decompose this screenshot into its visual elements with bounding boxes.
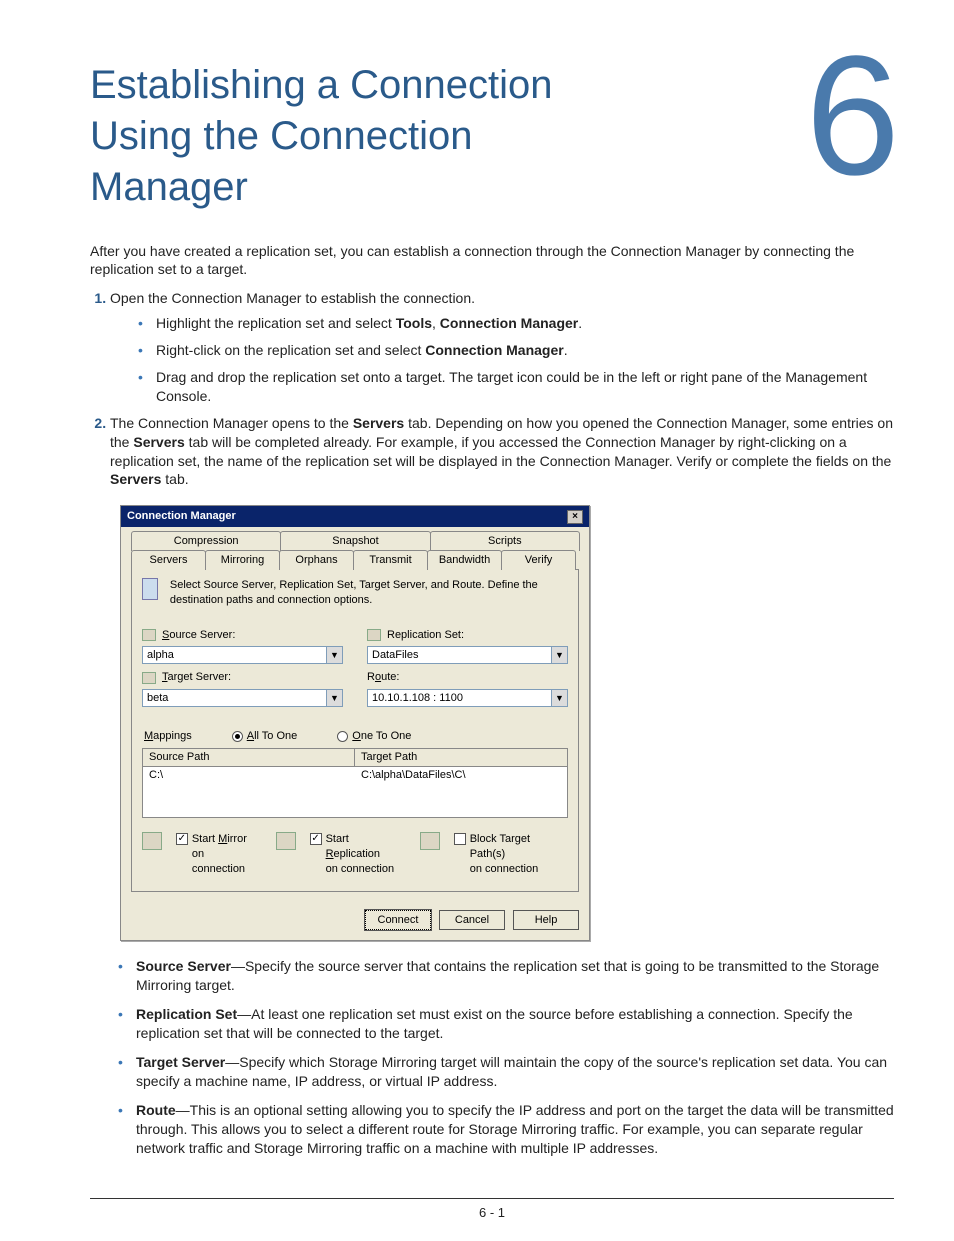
replication-set-input[interactable] xyxy=(368,647,551,663)
tab-mirroring[interactable]: Mirroring xyxy=(205,550,280,570)
field-replication-set: Replication Set—At least one replication… xyxy=(136,1005,894,1043)
connect-button[interactable]: Connect xyxy=(365,910,431,931)
source-server-combo[interactable]: ▼ xyxy=(142,646,343,664)
col-target-path: Target Path xyxy=(355,749,567,766)
step-1-text: Open the Connection Manager to establish… xyxy=(110,290,475,306)
chevron-down-icon[interactable]: ▼ xyxy=(551,690,567,706)
block-target-checkbox[interactable]: Block Target Path(s)on connection xyxy=(454,832,568,877)
all-to-one-radio[interactable]: All To One xyxy=(232,729,298,744)
col-source-path: Source Path xyxy=(143,749,355,766)
tab-scripts[interactable]: Scripts xyxy=(430,531,580,551)
tab-verify[interactable]: Verify xyxy=(501,550,576,570)
step-1-sub-1: Highlight the replication set and select… xyxy=(156,314,894,333)
tab-orphans[interactable]: Orphans xyxy=(279,550,354,570)
chapter-number: 6 xyxy=(805,40,900,193)
replication-icon xyxy=(276,832,296,850)
mappings-table[interactable]: Source Path Target Path C:\ C:\alpha\Dat… xyxy=(142,748,568,818)
connection-manager-dialog: Connection Manager × Compression Snapsho… xyxy=(120,505,590,941)
replication-set-combo[interactable]: ▼ xyxy=(367,646,568,664)
start-mirror-checkbox[interactable]: Start Mirror onconnection xyxy=(176,832,262,877)
hint-text: Select Source Server, Replication Set, T… xyxy=(170,578,568,608)
field-route: Route—This is an optional setting allowi… xyxy=(136,1101,894,1158)
source-server-label: Source Server: xyxy=(142,628,343,643)
page-title: Establishing a Connection Using the Conn… xyxy=(90,60,630,214)
cell-source-path: C:\ xyxy=(143,767,355,784)
cell-target-path: C:\alpha\DataFiles\C\ xyxy=(355,767,472,784)
table-row[interactable]: C:\ C:\alpha\DataFiles\C\ xyxy=(143,767,567,784)
tab-compression[interactable]: Compression xyxy=(131,531,281,551)
chevron-down-icon[interactable]: ▼ xyxy=(551,647,567,663)
close-icon[interactable]: × xyxy=(567,510,583,524)
mirror-icon xyxy=(142,832,162,850)
step-1-sub-3: Drag and drop the replication set onto a… xyxy=(156,368,894,406)
replication-set-icon xyxy=(367,629,381,641)
source-server-input[interactable] xyxy=(143,647,326,663)
tab-bandwidth[interactable]: Bandwidth xyxy=(427,550,502,570)
route-input[interactable] xyxy=(368,690,551,706)
block-icon xyxy=(420,832,440,850)
field-source-server: Source Server—Specify the source server … xyxy=(136,957,894,995)
target-server-combo[interactable]: ▼ xyxy=(142,689,343,707)
server-icon xyxy=(142,629,156,641)
tab-snapshot[interactable]: Snapshot xyxy=(280,531,430,551)
field-target-server: Target Server—Specify which Storage Mirr… xyxy=(136,1053,894,1091)
step-1: Open the Connection Manager to establish… xyxy=(110,289,894,405)
tab-transmit[interactable]: Transmit xyxy=(353,550,428,570)
target-server-input[interactable] xyxy=(143,690,326,706)
chevron-down-icon[interactable]: ▼ xyxy=(326,690,342,706)
route-combo[interactable]: ▼ xyxy=(367,689,568,707)
dialog-title: Connection Manager xyxy=(127,509,236,524)
mappings-label: Mappings xyxy=(144,729,192,744)
step-1-sub-2: Right-click on the replication set and s… xyxy=(156,341,894,360)
target-server-label: Target Server: xyxy=(142,670,343,685)
start-replication-checkbox[interactable]: Start Replicationon connection xyxy=(310,832,406,877)
step-2-text: The Connection Manager opens to the Serv… xyxy=(110,415,893,488)
tab-servers[interactable]: Servers xyxy=(131,550,206,570)
hint-icon xyxy=(142,578,158,600)
intro-paragraph: After you have created a replication set… xyxy=(90,242,894,280)
help-button[interactable]: Help xyxy=(513,910,579,931)
chevron-down-icon[interactable]: ▼ xyxy=(326,647,342,663)
replication-set-label: Replication Set: xyxy=(367,628,568,643)
cancel-button[interactable]: Cancel xyxy=(439,910,505,931)
step-2: The Connection Manager opens to the Serv… xyxy=(110,414,894,490)
route-label: Route: xyxy=(367,670,568,685)
page-footer: 6 - 1 xyxy=(90,1198,894,1222)
one-to-one-radio[interactable]: One To One xyxy=(337,729,411,744)
server-icon xyxy=(142,672,156,684)
